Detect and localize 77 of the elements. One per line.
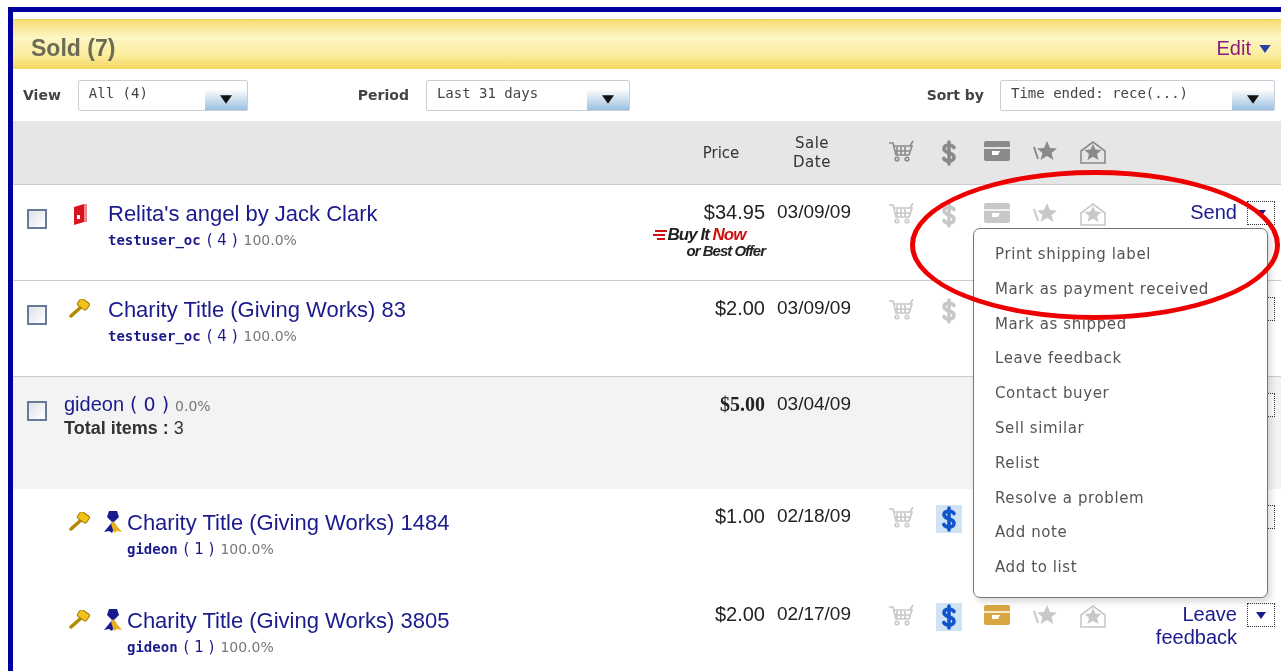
checkbox[interactable] [27,305,47,325]
cart-icon [887,297,915,321]
menu-item[interactable]: Mark as shipped [995,314,1267,350]
filter-dropdown[interactable]: Time ended: rece(...) [1000,79,1275,111]
price-text: $34.95 [703,201,765,223]
sale-date: 02/18/09 [777,505,852,527]
filter-label: Period [357,87,409,103]
feedback-score: ( 1 ) [183,638,215,656]
feedback-score: ( 4 ) [206,231,238,249]
filter-dropdown[interactable]: Last 31 days [425,79,630,111]
filter-dropdown[interactable]: All (4) [77,79,248,111]
feedback-rating: 100.0% [220,541,274,557]
item-title-link[interactable]: Charity Title (Giving Works) 83 [108,297,406,323]
dollar-icon [936,603,962,631]
column-header: Sale Date [792,133,832,172]
filter-label: Sort by [926,87,984,103]
price-text: $1.00 [714,505,765,527]
sale-date: 03/09/09 [777,297,852,319]
seller-link[interactable]: testuser_oc [108,232,201,248]
section-title: Sold (7) [31,34,116,62]
caret-icon [1257,44,1273,53]
menu-item[interactable]: Contact buyer [995,384,1267,419]
seller-link[interactable]: gideon [127,639,178,655]
caret-icon [1247,94,1259,104]
feedback-score: ( 0 ) [130,393,170,415]
price-text: $5.00 [720,393,765,415]
price-text: $2.00 [714,297,765,319]
filter-label: View [23,87,61,103]
price-text: $2.00 [714,603,765,625]
box-icon [983,138,1011,163]
checkbox[interactable] [27,401,47,421]
menu-item[interactable]: Add note [995,523,1267,559]
ribbon-icon [101,510,125,534]
menu-item[interactable]: Sell similar [995,419,1267,454]
buyer-link[interactable]: gideon [64,393,125,416]
caret-icon [601,94,614,104]
caret-icon [1256,611,1266,619]
star-envelope-icon [1079,603,1107,629]
cart-icon [887,138,915,163]
box-icon [983,201,1011,225]
sale-date: 02/17/09 [777,603,852,625]
feedback-rating: 0.0% [175,398,211,414]
item-title-link[interactable]: Charity Title (Giving Works) 1484 [127,510,450,536]
menu-item[interactable]: Print shipping label [995,245,1267,280]
feedback-score: ( 1 ) [183,540,215,558]
edit-menu-button[interactable]: Edit [1216,29,1273,60]
item-title-link[interactable]: Relita's angel by Jack Clark [108,201,378,227]
sale-date: 03/09/09 [777,201,852,223]
column-header: Price [701,143,741,162]
cart-icon [887,505,915,529]
star-envelope-icon [1079,138,1107,165]
menu-item[interactable]: Mark as payment received [995,279,1267,315]
feedback-rating: 100.0% [243,232,297,248]
seller-link[interactable]: gideon [127,541,178,557]
checkbox[interactable] [27,209,47,229]
cart-icon [887,603,915,627]
action-link[interactable]: Send [1190,201,1237,224]
item-title-link[interactable]: Charity Title (Giving Works) 3805 [127,608,450,634]
feedback-rating: 100.0% [243,328,297,344]
cart-icon [887,201,915,225]
action-link[interactable]: Leave feedback [1137,603,1237,649]
dropdown-button[interactable] [1247,603,1275,627]
caret-icon [219,94,232,104]
ribbon-icon [101,608,125,632]
menu-item[interactable]: Leave feedback [995,349,1267,385]
feedback-score: ( 4 ) [206,327,238,345]
total-items: Total items : 3 [64,418,185,439]
menu-item[interactable]: Relist [995,453,1267,489]
star-envelope-icon [1079,201,1107,227]
dollar-icon [936,505,962,533]
menu-item[interactable]: Resolve a problem [995,488,1267,524]
sale-date: 03/04/09 [777,393,852,415]
seller-link[interactable]: testuser_oc [108,328,201,344]
buy-it-now-logo: Buy It Now or Best Offer [652,227,765,259]
menu-item[interactable]: Add to list [995,558,1267,593]
feedback-rating: 100.0% [220,639,274,655]
box-icon [983,603,1011,627]
